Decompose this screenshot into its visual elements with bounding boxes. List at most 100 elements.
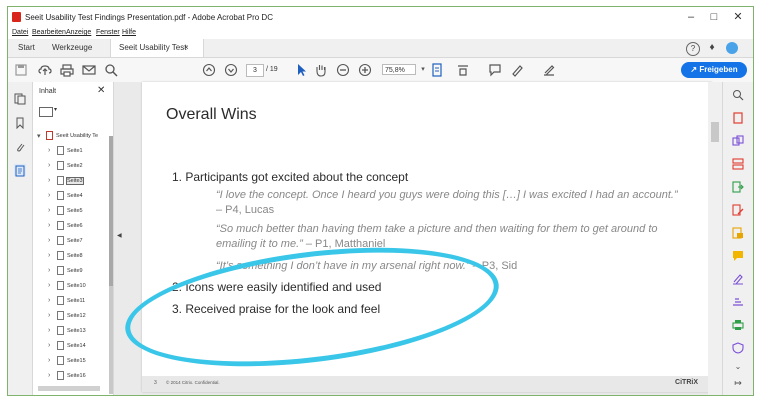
chevron-right-icon[interactable]: › [48,237,50,244]
fill-sign-icon[interactable] [732,272,744,285]
bookmark-label: Seite3 [66,177,84,185]
chevron-right-icon[interactable]: › [48,342,50,349]
comment-tool-icon[interactable] [732,249,744,261]
minimize-button[interactable]: – [683,10,699,24]
bookmark-label: Seite10 [67,283,86,289]
chevron-right-icon[interactable]: › [48,327,50,334]
document-area: Overall Wins 1. Participants got excited… [118,82,722,395]
panel-scrollbar[interactable] [109,136,113,394]
page-icon [57,341,64,350]
page-thumbnails-icon[interactable] [14,92,26,105]
chevron-down-icon[interactable]: ▾ [54,106,57,113]
page-icon [57,236,64,245]
chevron-right-icon[interactable]: › [48,177,50,184]
save-icon[interactable] [14,63,28,77]
page-icon [57,251,64,260]
chevron-down-icon[interactable]: ⌄ [732,362,744,374]
combine-files-icon[interactable] [732,134,744,146]
share-icon: ↗ [690,65,700,74]
close-tab-icon[interactable]: × [184,39,189,57]
chevron-down-icon[interactable]: ▾ [416,63,430,77]
chevron-down-icon[interactable]: ▾ [37,132,41,140]
collapse-arrow-icon[interactable]: ◀ [117,232,122,239]
tab-start[interactable]: Start [10,39,43,57]
sign-icon[interactable] [542,63,556,77]
mail-icon[interactable] [82,63,96,77]
print-production-icon[interactable] [732,318,744,330]
next-page-icon[interactable] [224,63,238,77]
bookmark-icon[interactable] [14,116,26,130]
page-icon [57,281,64,290]
bookmark-label: Seite12 [67,313,86,319]
zoom-tool-icon[interactable] [732,88,744,101]
collapse-right-panel-icon[interactable]: ↦ [732,378,744,390]
scan-ocr-icon[interactable] [732,226,744,239]
quote-2: “So much better than having them take a … [216,222,686,252]
content-icon[interactable] [14,164,26,177]
avatar[interactable] [726,42,738,54]
maximize-button[interactable]: □ [706,10,722,24]
zoom-out-icon[interactable] [336,63,350,77]
panel-scrollbar-thumb[interactable] [109,136,113,286]
zoom-in-icon[interactable] [358,63,372,77]
menu-window[interactable]: Fenster [96,29,120,36]
bookmark-label: Seite7 [67,238,83,244]
upload-cloud-icon[interactable] [38,63,52,77]
chevron-right-icon[interactable]: › [48,192,50,199]
menu-file[interactable]: Datei [12,29,28,36]
search-icon[interactable] [104,63,118,77]
panel-horizontal-scrollbar[interactable] [38,386,100,391]
print-icon[interactable] [60,63,74,77]
chevron-right-icon[interactable]: › [48,222,50,229]
close-panel-icon[interactable]: ✕ [97,85,105,96]
bookmark-label: Seite2 [67,163,83,169]
menu-view[interactable]: Anzeige [66,29,91,36]
bookmark-label: Seite1 [67,148,83,154]
previous-page-icon[interactable] [202,63,216,77]
page-icon [57,311,64,320]
create-pdf-icon[interactable] [732,111,744,124]
attachment-icon[interactable] [14,140,26,152]
highlight-pen-icon[interactable] [510,63,524,77]
chevron-right-icon[interactable]: › [48,162,50,169]
menu-help[interactable]: Hilfe [122,29,136,36]
close-window-button[interactable]: ✕ [730,10,746,24]
help-icon[interactable]: ? [686,42,700,56]
hand-tool-icon[interactable] [314,63,328,77]
protect-shield-icon[interactable] [732,341,744,354]
document-scrollbar-thumb[interactable] [711,122,719,142]
chevron-right-icon[interactable]: › [48,267,50,274]
organize-pages-icon[interactable] [732,157,744,170]
bell-icon[interactable]: ♦ [706,42,718,54]
options-icon[interactable] [39,107,53,117]
edit-pdf-icon[interactable] [732,203,744,216]
comment-icon[interactable] [488,63,502,77]
panel-splitter[interactable]: ◀ [114,82,126,395]
page-icon [57,191,64,200]
chevron-right-icon[interactable]: › [48,297,50,304]
chevron-right-icon[interactable]: › [48,357,50,364]
chevron-right-icon[interactable]: › [48,312,50,319]
chevron-right-icon[interactable]: › [48,207,50,214]
share-button[interactable]: ↗ Freigeben [681,62,747,78]
page-fit-icon[interactable] [430,63,444,77]
tab-document[interactable]: Seeit Usability Test ... [110,39,204,70]
chevron-right-icon[interactable]: › [48,252,50,259]
select-cursor-icon[interactable] [294,63,308,77]
menu-edit[interactable]: Bearbeiten [32,29,66,36]
tab-bar: Start Werkzeuge Seeit Usability Test ...… [8,39,753,70]
chevron-right-icon[interactable]: › [48,282,50,289]
document-scrollbar[interactable] [708,82,722,395]
tab-tools[interactable]: Werkzeuge [44,39,100,57]
chevron-right-icon[interactable]: › [48,147,50,154]
scroll-mode-icon[interactable] [456,63,470,77]
chevron-right-icon[interactable]: › [48,372,50,379]
export-pdf-icon[interactable] [732,180,744,193]
quote-2-author: – P1, Matthaniel [302,238,386,250]
prepare-form-icon[interactable] [732,295,744,307]
page-number-input[interactable]: 3 [246,64,264,77]
tools-rail: ⌄ ↦ [722,82,753,395]
zoom-select[interactable]: 75,8% [382,64,416,75]
page-icon [57,296,64,305]
quote-3: “It’s something I don’t have in my arsen… [216,259,686,274]
